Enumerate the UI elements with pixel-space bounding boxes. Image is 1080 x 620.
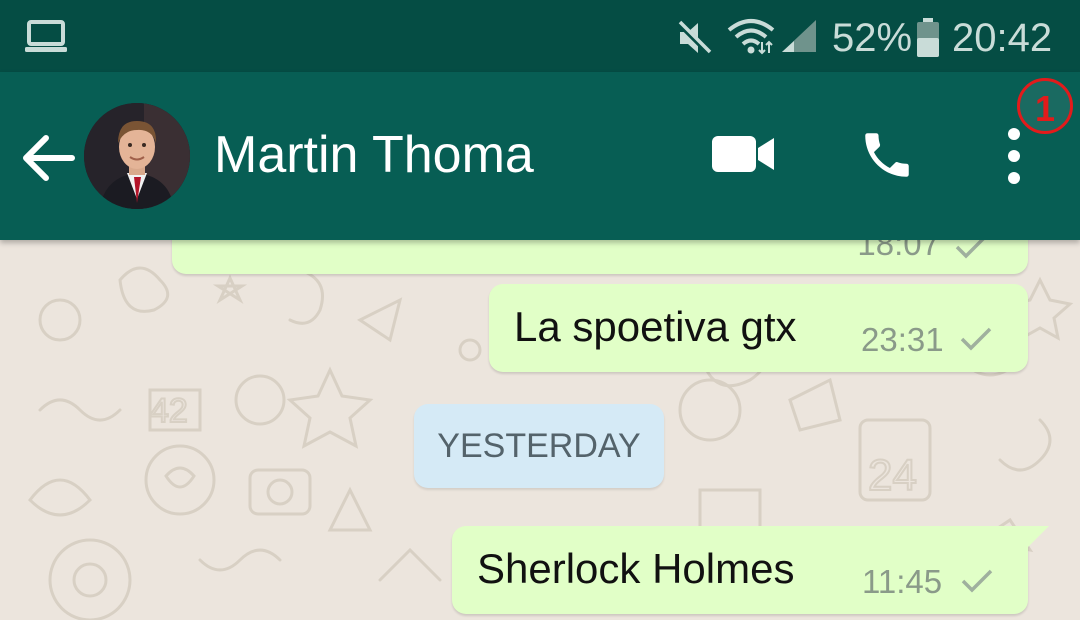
contact-avatar[interactable] xyxy=(84,103,190,209)
message-bubble[interactable]: Sherlock Holmes 11:45 xyxy=(452,526,1028,614)
message-time: 18:07 xyxy=(857,240,940,262)
message-time: 23:31 xyxy=(861,321,944,358)
mute-icon xyxy=(675,19,713,57)
message-bubble[interactable]: 18:07 xyxy=(172,240,1028,274)
more-options-icon[interactable] xyxy=(996,124,1032,188)
annotation-badge: 1 xyxy=(1017,78,1073,134)
chat-area[interactable]: 42 24 18:07 La spoetiva gtx 23:31 YESTER… xyxy=(0,240,1080,620)
phone-icon[interactable] xyxy=(858,126,916,184)
message-text: La spoetiva gtx xyxy=(514,303,797,350)
video-call-icon[interactable] xyxy=(710,134,776,174)
sent-check-icon xyxy=(961,569,993,593)
contact-name[interactable]: Martin Thoma xyxy=(214,124,534,186)
chat-header: Martin Thoma xyxy=(0,72,1080,240)
battery-percent: 52% xyxy=(832,16,913,60)
svg-text:24: 24 xyxy=(868,451,917,500)
sent-check-icon xyxy=(955,240,985,259)
signal-icon xyxy=(782,20,816,52)
status-time: 20:42 xyxy=(952,16,1053,60)
back-arrow-icon[interactable] xyxy=(20,130,76,186)
message-time: 11:45 xyxy=(862,563,943,600)
sent-check-icon xyxy=(960,327,992,351)
bubble-tail xyxy=(1027,526,1049,548)
svg-text:42: 42 xyxy=(150,392,188,430)
battery-icon xyxy=(917,18,939,57)
date-separator: YESTERDAY xyxy=(414,404,664,488)
message-bubble[interactable]: La spoetiva gtx 23:31 xyxy=(489,284,1028,372)
status-bar: 52% 20:42 xyxy=(0,0,1080,72)
message-text: Sherlock Holmes xyxy=(477,545,795,592)
wifi-icon xyxy=(727,19,775,55)
laptop-icon xyxy=(25,20,67,52)
date-separator-label: YESTERDAY xyxy=(437,427,641,465)
